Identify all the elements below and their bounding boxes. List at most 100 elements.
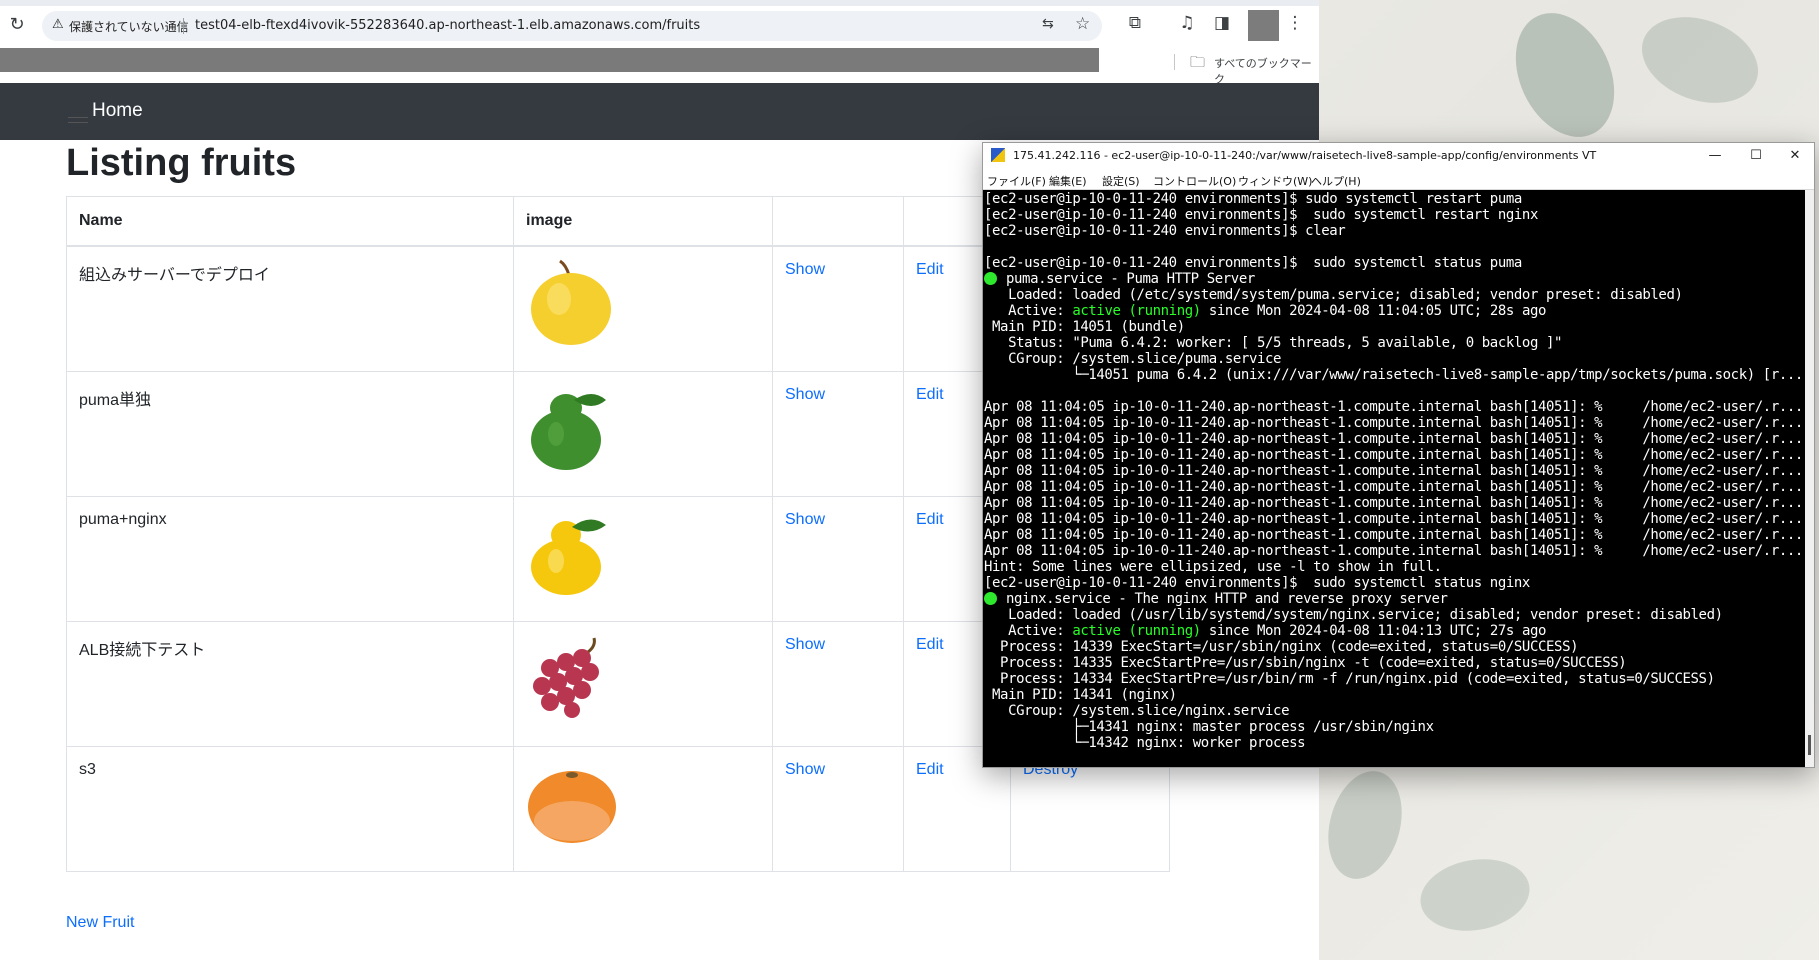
fruit-image-cell	[513, 621, 773, 747]
nav-home-link[interactable]: Home	[92, 100, 143, 122]
terminal-line: Apr 08 11:04:05 ip-10-0-11-240.ap-northe…	[984, 447, 1803, 463]
kebab-menu-icon[interactable]: ⋮	[1284, 13, 1306, 33]
side-panel-icon[interactable]: ◨	[1211, 13, 1233, 33]
extensions-icon[interactable]: ⧉	[1124, 13, 1146, 33]
address-bar[interactable]: ⚠ 保護されていない通信 test04-elb-ftexd4ivovik-552…	[42, 11, 1102, 41]
minimize-icon[interactable]: —	[1700, 146, 1730, 166]
terminal-text: [ec2-user@ip-10-0-11-240 environments]$ …	[984, 575, 1530, 591]
edit-link[interactable]: Edit	[916, 511, 944, 528]
menu-control[interactable]: コントロール(O)	[1153, 173, 1236, 189]
terminal-text: [ec2-user@ip-10-0-11-240 environments]$ …	[984, 255, 1522, 271]
terminal-line: [ec2-user@ip-10-0-11-240 environments]$ …	[984, 191, 1803, 207]
terminal-line: Loaded: loaded (/usr/lib/systemd/system/…	[984, 607, 1803, 623]
terminal-line: ├─14341 nginx: master process /usr/sbin/…	[984, 719, 1803, 735]
terminal-line: └─14342 nginx: worker process	[984, 735, 1803, 751]
menu-edit[interactable]: 編集(E)	[1049, 173, 1087, 189]
wallpaper-leaf	[1414, 850, 1536, 940]
fruit-name: puma単独	[66, 371, 514, 497]
show-link[interactable]: Show	[785, 761, 825, 778]
translate-icon[interactable]: ⇆	[1042, 16, 1054, 32]
terminal-text: [ec2-user@ip-10-0-11-240 environments]$ …	[984, 207, 1538, 223]
omnibox-divider	[183, 18, 184, 34]
terminal-text: Apr 08 11:04:05 ip-10-0-11-240.ap-northe…	[984, 511, 1803, 527]
url-text[interactable]: test04-elb-ftexd4ivovik-552283640.ap-nor…	[195, 18, 700, 33]
maximize-icon[interactable]: ☐	[1741, 146, 1771, 166]
terminal-line: Active: active (running) since Mon 2024-…	[984, 303, 1803, 319]
terminal-text: puma.service - Puma HTTP Server	[1006, 271, 1255, 287]
terminal-line: [ec2-user@ip-10-0-11-240 environments]$ …	[984, 575, 1803, 591]
show-link[interactable]: Show	[785, 386, 825, 403]
redacted-bookmarks	[0, 48, 1099, 72]
menu-help[interactable]: ヘルプ(H)	[1311, 173, 1361, 189]
menu-window[interactable]: ウィンドウ(W)	[1238, 173, 1312, 189]
navbar-toggler[interactable]	[68, 117, 88, 123]
terminal-line: [ec2-user@ip-10-0-11-240 environments]$ …	[984, 223, 1803, 239]
terminal-text: Loaded: loaded (/usr/lib/systemd/system/…	[984, 607, 1723, 623]
edit-link[interactable]: Edit	[916, 636, 944, 653]
profile-avatar[interactable]	[1248, 10, 1279, 41]
terminal-line: Apr 08 11:04:05 ip-10-0-11-240.ap-northe…	[984, 495, 1803, 511]
terminal-text: Apr 08 11:04:05 ip-10-0-11-240.ap-northe…	[984, 399, 1803, 415]
fruit-name: puma+nginx	[66, 496, 514, 622]
terminal-line: Status: "Puma 6.4.2: worker: [ 5/5 threa…	[984, 335, 1803, 351]
terminal-titlebar[interactable]: 175.41.242.116 - ec2-user@ip-10-0-11-240…	[983, 143, 1814, 169]
menu-file[interactable]: ファイル(F)	[987, 173, 1046, 189]
terminal-text: CGroup: /system.slice/nginx.service	[984, 703, 1290, 719]
terminal-text: Main PID: 14051 (bundle)	[984, 319, 1185, 335]
terminal-line: CGroup: /system.slice/nginx.service	[984, 703, 1803, 719]
terminal-line: Loaded: loaded (/etc/systemd/system/puma…	[984, 287, 1803, 303]
header-name: Name	[66, 196, 514, 247]
fruit-image-cell	[513, 245, 773, 372]
terminal-text: Apr 08 11:04:05 ip-10-0-11-240.ap-northe…	[984, 415, 1803, 431]
terminal-line: Apr 08 11:04:05 ip-10-0-11-240.ap-northe…	[984, 463, 1803, 479]
terminal-text: since Mon 2024-04-08 11:04:13 UTC; 27s a…	[1200, 623, 1547, 639]
edit-link[interactable]: Edit	[916, 386, 944, 403]
terminal-text: since Mon 2024-04-08 11:04:05 UTC; 28s a…	[1200, 303, 1547, 319]
reload-icon[interactable]: ↻	[6, 14, 28, 36]
terminal-text: Apr 08 11:04:05 ip-10-0-11-240.ap-northe…	[984, 463, 1803, 479]
terminal-line: Apr 08 11:04:05 ip-10-0-11-240.ap-northe…	[984, 399, 1803, 415]
terminal-line: Apr 08 11:04:05 ip-10-0-11-240.ap-northe…	[984, 415, 1803, 431]
terminal-text: Active:	[984, 303, 1073, 319]
warning-icon[interactable]: ⚠	[52, 17, 64, 32]
terminal-line: Process: 14334 ExecStartPre=/usr/bin/rm …	[984, 671, 1803, 687]
show-link[interactable]: Show	[785, 636, 825, 653]
show-link[interactable]: Show	[785, 511, 825, 528]
terminal-window[interactable]: 175.41.242.116 - ec2-user@ip-10-0-11-240…	[982, 142, 1815, 768]
terminal-screen[interactable]: [ec2-user@ip-10-0-11-240 environments]$ …	[983, 190, 1805, 767]
folder-icon[interactable]: 🗀	[1190, 52, 1205, 77]
status-dot-icon	[984, 272, 997, 285]
terminal-line: Main PID: 14341 (nginx)	[984, 687, 1803, 703]
media-controls-icon[interactable]: ♫	[1176, 13, 1198, 33]
terminal-text: Loaded: loaded (/etc/systemd/system/puma…	[984, 287, 1683, 303]
show-link[interactable]: Show	[785, 261, 825, 278]
wallpaper-leaf	[1496, 0, 1634, 153]
edit-link[interactable]: Edit	[916, 761, 944, 778]
terminal-text: Status: "Puma 6.4.2: worker: [ 5/5 threa…	[984, 335, 1563, 351]
terminal-text: Process: 14339 ExecStart=/usr/sbin/nginx…	[984, 639, 1579, 655]
edit-link[interactable]: Edit	[916, 261, 944, 278]
terminal-text: Apr 08 11:04:05 ip-10-0-11-240.ap-northe…	[984, 527, 1803, 543]
terminal-line: └─14051 puma 6.4.2 (unix:///var/www/rais…	[984, 367, 1803, 383]
terminal-text: Hint: Some lines were ellipsized, use -l…	[984, 559, 1442, 575]
terminal-line: nginx.service - The nginx HTTP and rever…	[984, 591, 1803, 607]
menu-settings[interactable]: 設定(S)	[1102, 173, 1140, 189]
scrollbar-thumb[interactable]	[1808, 735, 1811, 755]
fruit-name: 組込みサーバーでデプロイ	[66, 245, 514, 372]
bookmark-star-icon[interactable]: ☆	[1075, 14, 1090, 34]
teraterm-app-icon	[991, 148, 1005, 162]
active-status-text: active (running)	[1072, 303, 1201, 319]
fruit-image-cell	[513, 496, 773, 622]
terminal-title: 175.41.242.116 - ec2-user@ip-10-0-11-240…	[1013, 149, 1597, 162]
terminal-scrollbar[interactable]	[1805, 190, 1814, 767]
close-icon[interactable]: ✕	[1780, 146, 1810, 166]
terminal-line: CGroup: /system.slice/puma.service	[984, 351, 1803, 367]
terminal-text: [ec2-user@ip-10-0-11-240 environments]$ …	[984, 191, 1522, 207]
orange-image	[528, 771, 616, 843]
fruit-name: s3	[66, 746, 514, 872]
security-label[interactable]: 保護されていない通信	[69, 18, 189, 35]
new-fruit-link[interactable]: New Fruit	[66, 914, 134, 932]
terminal-output: [ec2-user@ip-10-0-11-240 environments]$ …	[983, 191, 1803, 751]
bookmarks-divider	[1174, 54, 1175, 70]
